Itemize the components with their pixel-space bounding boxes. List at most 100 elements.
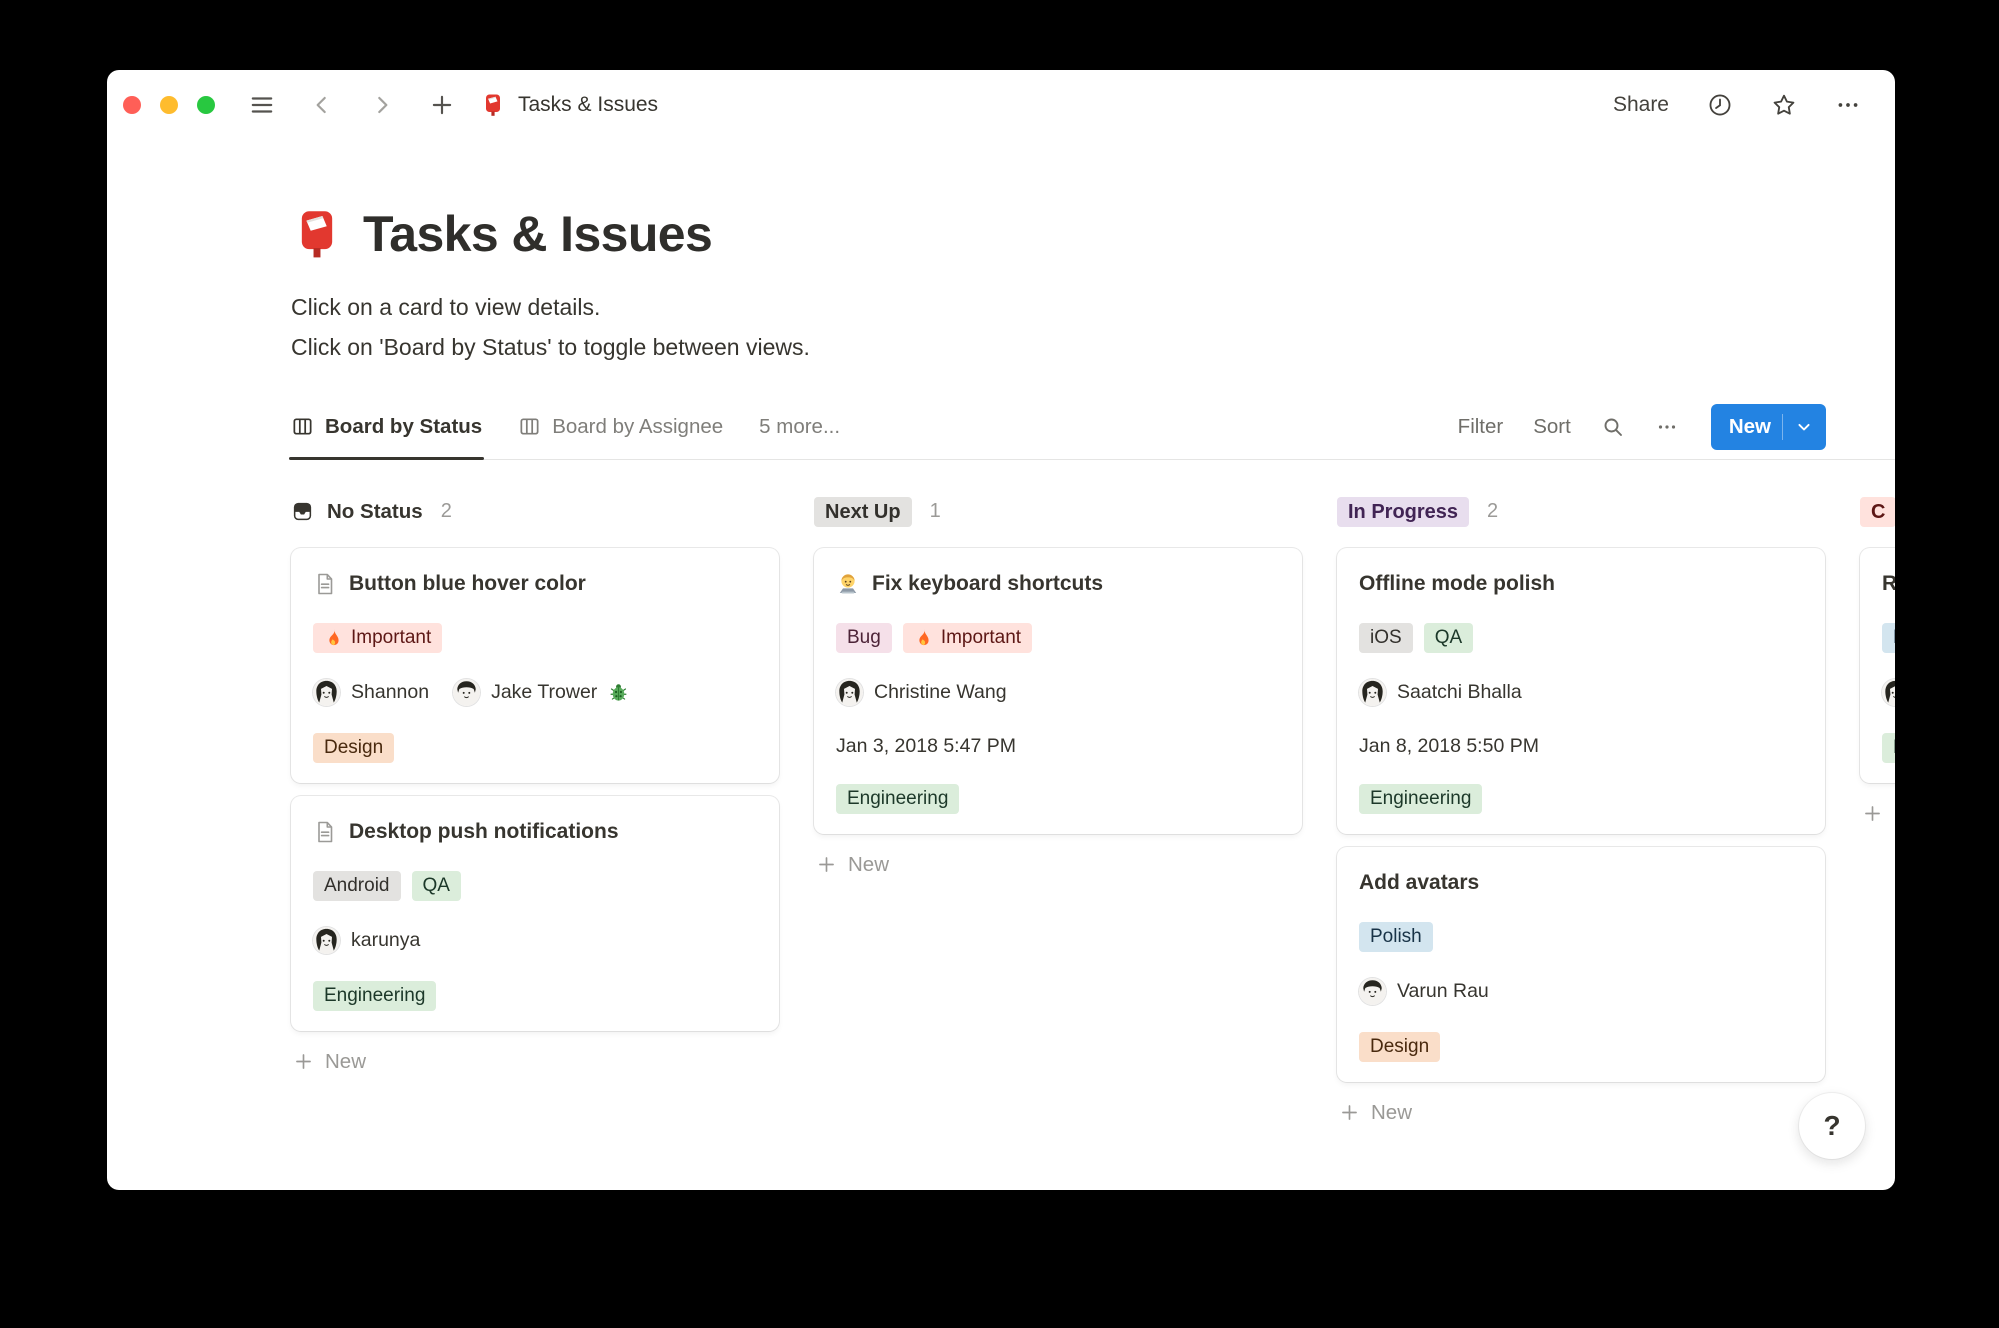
technologist-icon xyxy=(836,572,860,596)
tag-text: Important xyxy=(940,627,1022,648)
card-tags: iOS QA xyxy=(1359,622,1803,653)
view-tabs: Board by Status Board by Assignee 5 more… xyxy=(288,395,840,460)
column-title: In Progress xyxy=(1337,496,1470,527)
column-header-in-progress[interactable]: In Progress 2 xyxy=(1337,496,1825,528)
board-view-icon xyxy=(520,418,539,435)
card-title: R xyxy=(1882,570,1895,598)
tag-engineering: Engineering xyxy=(313,980,437,1011)
column-new-button[interactable]: New xyxy=(1337,1095,1825,1131)
card-title: Fix keyboard shortcuts xyxy=(836,570,1280,598)
favorite-star-icon[interactable] xyxy=(1771,92,1797,118)
assignee-saatchi-bhalla: Saatchi Bhalla xyxy=(1359,679,1522,706)
new-label: New xyxy=(1371,1100,1413,1124)
board-view-icon xyxy=(293,418,312,435)
flame-icon xyxy=(324,628,343,647)
column-title: Next Up xyxy=(814,496,912,527)
assignee-karunya: karunya xyxy=(313,927,420,954)
column-new-button[interactable]: New xyxy=(291,1044,779,1080)
page-icon xyxy=(313,820,337,844)
sort-button[interactable]: Sort xyxy=(1533,415,1571,439)
new-tab-icon[interactable] xyxy=(429,92,455,118)
card-add-avatars[interactable]: Add avatars Polish Varun Rau Design xyxy=(1337,846,1825,1082)
description-line: Click on 'Board by Status' to toggle bet… xyxy=(291,333,810,360)
tab-board-by-assignee[interactable]: Board by Assignee xyxy=(518,395,723,459)
assignee-name: Shannon xyxy=(351,681,430,703)
breadcrumb[interactable]: Tasks & Issues xyxy=(481,93,658,117)
assignee-shannon: Shannon xyxy=(313,679,429,706)
card-assignees: Varun Rau xyxy=(1359,977,1803,1007)
notion-window: Tasks & Issues Share Tasks & Issues Clic… xyxy=(107,70,1895,1190)
traffic-lights xyxy=(123,96,215,114)
tab-board-by-status[interactable]: Board by Status xyxy=(288,395,485,460)
tag-qa: QA xyxy=(411,870,461,901)
tag-important: Important xyxy=(313,622,443,653)
view-options-icon[interactable] xyxy=(1655,415,1679,439)
filter-button[interactable]: Filter xyxy=(1458,415,1504,439)
card-date: Jan 3, 2018 5:47 PM xyxy=(836,734,1016,757)
new-button[interactable]: New xyxy=(1710,403,1826,450)
tag-text: P xyxy=(1893,628,1895,647)
card-title: Add avatars xyxy=(1359,869,1803,897)
column-header-c[interactable]: C xyxy=(1860,496,1895,528)
plus-icon xyxy=(816,854,837,875)
assignee-name: karunya xyxy=(351,929,421,951)
column-count: 2 xyxy=(440,500,452,522)
card-assignees: Saatchi Bhalla xyxy=(1359,678,1803,708)
minimize-window-button[interactable] xyxy=(160,96,178,114)
new-label: New xyxy=(1894,802,1895,826)
plus-icon xyxy=(1862,803,1883,824)
column-count: 1 xyxy=(929,500,941,522)
sidebar-menu-icon[interactable] xyxy=(249,92,275,118)
beetle-icon xyxy=(608,682,629,703)
page-title[interactable]: Tasks & Issues xyxy=(363,208,713,261)
card-assignees xyxy=(1882,678,1895,708)
new-label: New xyxy=(848,852,890,876)
tag-text: Engineering xyxy=(324,985,426,1006)
column-new-button[interactable]: New xyxy=(1860,796,1895,832)
column-header-next-up[interactable]: Next Up 1 xyxy=(814,496,1302,528)
more-views-link[interactable]: 5 more... xyxy=(759,415,840,439)
card-department: E xyxy=(1882,732,1895,763)
more-options-icon[interactable] xyxy=(1835,92,1861,118)
card-button-blue-hover-color[interactable]: Button blue hover color Important Shannon J… xyxy=(291,547,779,783)
board-column-c: C R P E New xyxy=(1860,496,1895,832)
card-r[interactable]: R P E xyxy=(1860,547,1895,783)
search-icon[interactable] xyxy=(1601,415,1625,439)
assignee-item xyxy=(1882,679,1895,706)
tag-engineering: Engineering xyxy=(836,783,960,814)
page-postbox-icon[interactable] xyxy=(291,208,343,260)
card-fix-keyboard-shortcuts[interactable]: Fix keyboard shortcuts Bug Important Christ… xyxy=(814,547,1302,834)
share-button[interactable]: Share xyxy=(1613,93,1669,117)
history-clock-icon[interactable] xyxy=(1707,92,1733,118)
assignee-name: Saatchi Bhalla xyxy=(1397,681,1522,703)
card-offline-mode-polish[interactable]: Offline mode polish iOS QA Saatchi Bhalla Ja… xyxy=(1337,547,1825,834)
card-title-text: Button blue hover color xyxy=(349,571,586,595)
assignee-name: Christine Wang xyxy=(874,681,1007,703)
help-button[interactable]: ? xyxy=(1799,1093,1865,1159)
card-tags: P xyxy=(1882,622,1895,653)
column-header-no-status[interactable]: No Status 2 xyxy=(291,496,779,528)
tab-label: Board by Assignee xyxy=(552,414,724,438)
flame-icon xyxy=(914,628,933,647)
description-line: Click on a card to view details. xyxy=(291,293,601,320)
inbox-icon xyxy=(291,500,314,523)
tag-bug: Bug xyxy=(836,622,892,653)
close-window-button[interactable] xyxy=(123,96,141,114)
forward-icon[interactable] xyxy=(369,92,395,118)
board-column-in-progress: In Progress 2 Offline mode polish iOS QA Saat… xyxy=(1337,496,1825,1131)
tag-text: Design xyxy=(1370,1036,1430,1057)
back-icon[interactable] xyxy=(309,92,335,118)
tag-text: Engineering xyxy=(847,788,949,809)
card-department: Engineering xyxy=(836,783,1280,814)
tag-text: QA xyxy=(422,875,450,896)
view-switcher-row: Board by Status Board by Assignee 5 more… xyxy=(288,395,1895,460)
card-desktop-push-notifications[interactable]: Desktop push notifications Android QA karun… xyxy=(291,795,779,1031)
card-title-text: Desktop push notifications xyxy=(349,819,619,843)
tag-text: Polish xyxy=(1370,926,1422,947)
page-header: Tasks & Issues xyxy=(291,208,1895,261)
card-title-text: Add avatars xyxy=(1359,870,1480,894)
zoom-window-button[interactable] xyxy=(197,96,215,114)
column-new-button[interactable]: New xyxy=(814,847,1302,883)
page-description: Click on a card to view details. Click o… xyxy=(291,287,1895,367)
tag-text: E xyxy=(1893,738,1895,757)
